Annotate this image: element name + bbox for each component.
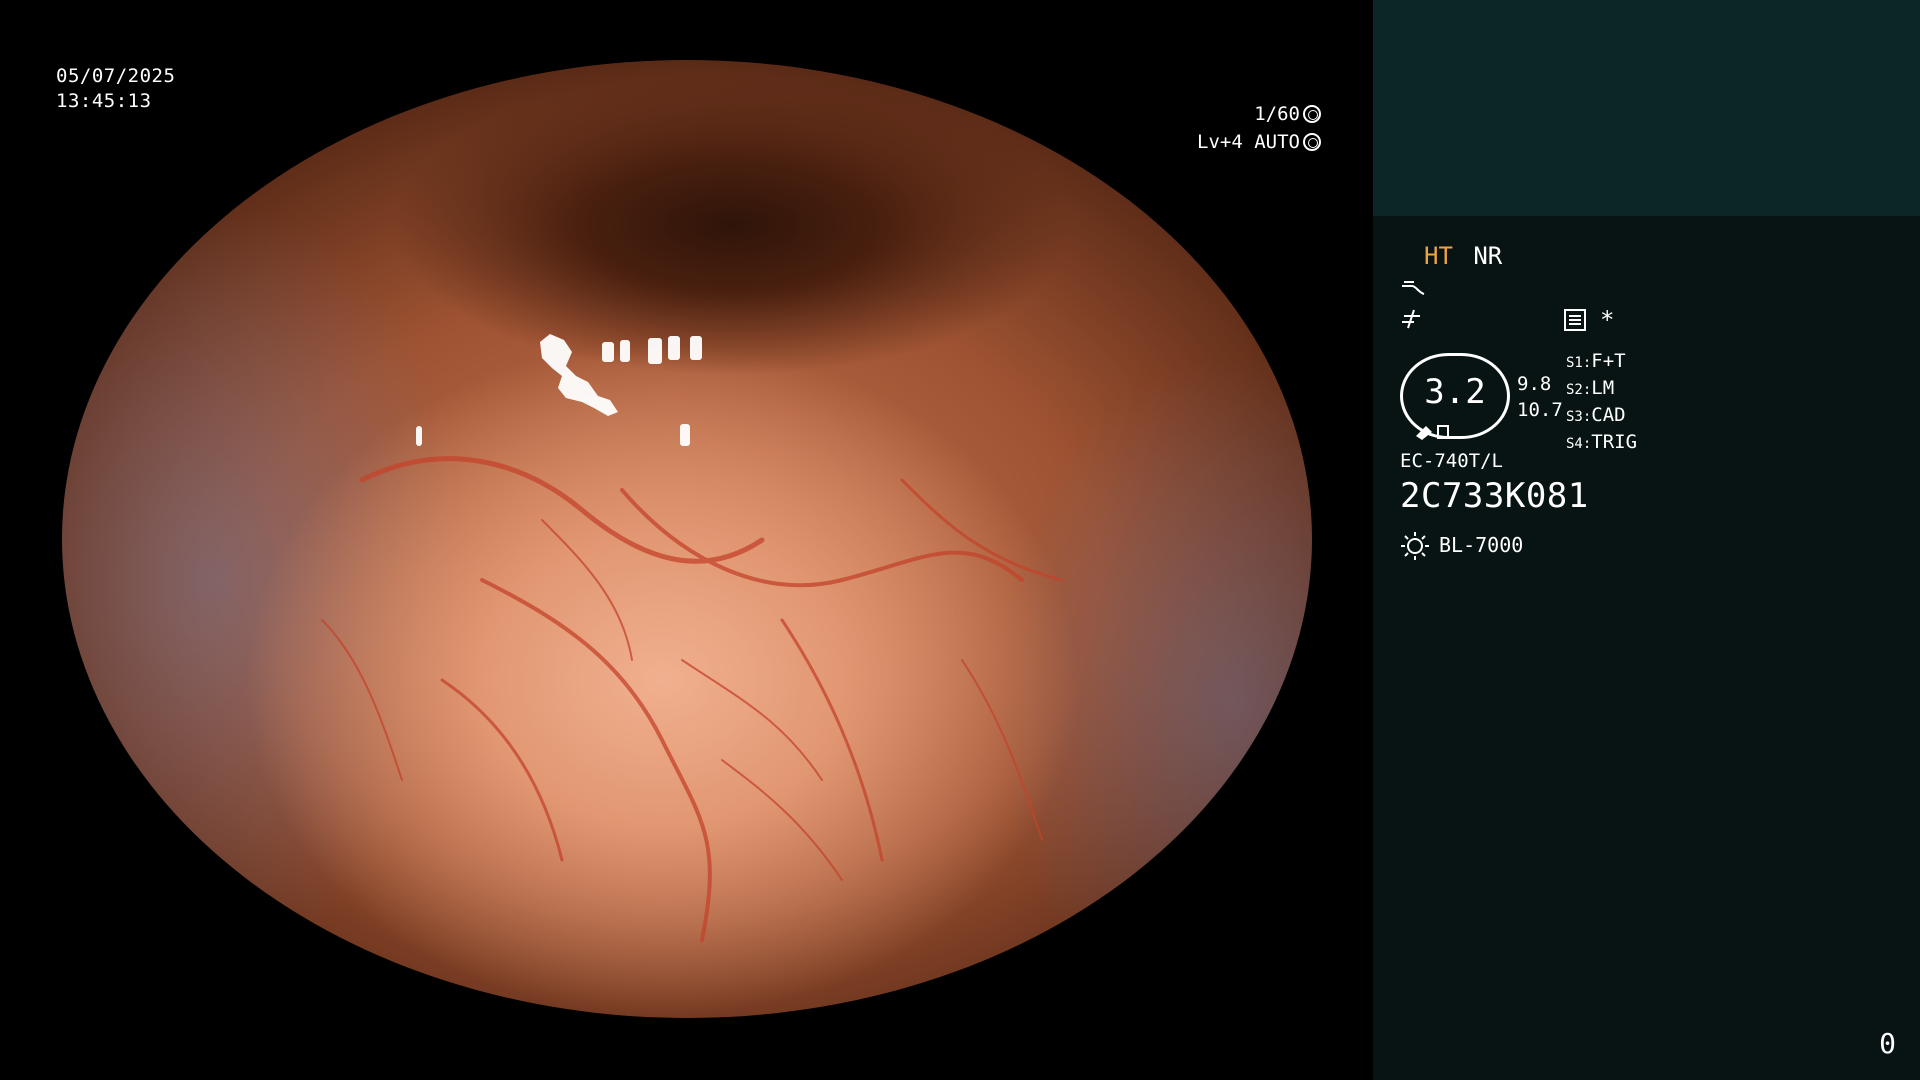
wave-icon: [1402, 281, 1425, 295]
view-top-mask: [0, 0, 1373, 60]
zoom-value-1: 9.8: [1517, 373, 1552, 395]
settings-list-icon: [1564, 309, 1586, 331]
switch-row-3: S3:CAD: [1566, 404, 1626, 426]
mucosa-vessels: [321, 334, 1064, 942]
date-text: 05/07/2025: [56, 65, 176, 87]
scope-model: EC-740T/L: [1400, 450, 1503, 472]
shutter-text: 1/60: [1254, 103, 1300, 125]
endoscope-view: 05/07/2025 13:45:13 1/60 Lv+4 AUTO: [0, 0, 1373, 1080]
image-counter: 0: [1879, 1027, 1896, 1060]
mode-ht: HT: [1424, 242, 1453, 270]
exposure-overlay: 1/60 Lv+4 AUTO: [1197, 100, 1321, 156]
light-source: BL-7000: [1439, 533, 1524, 557]
switch-row-1: S1:F+T: [1566, 350, 1626, 372]
iris-icon: [1303, 133, 1321, 151]
switch-list: S1:F+T S2:LM S3:CAD S4:TRIG: [1566, 349, 1637, 457]
aperture-icon: [1303, 105, 1321, 123]
asterisk-mark: *: [1600, 306, 1615, 334]
panel-header-area: [1373, 0, 1920, 216]
sun-lamp-icon: [1401, 532, 1429, 560]
sharpness-icon: [1402, 309, 1420, 329]
zoom-value-2: 10.7: [1517, 399, 1563, 421]
scope-serial: 2C733K081: [1400, 476, 1589, 516]
level-row: Lv+4 AUTO: [1197, 128, 1321, 156]
switch-row-2: S2:LM: [1566, 377, 1615, 399]
zoom-value: 3.2: [1424, 372, 1486, 412]
endoscopic-image: [62, 60, 1312, 1018]
level-text: Lv+4 AUTO: [1197, 131, 1300, 153]
shutter-row: 1/60: [1197, 100, 1321, 128]
zoom-values: 9.8 10.7: [1517, 371, 1563, 423]
datetime-overlay: 05/07/2025 13:45:13: [56, 64, 175, 114]
switch-row-4: S4:TRIG: [1566, 431, 1638, 453]
view-bottom-mask: [0, 1018, 1373, 1080]
mode-row: HT NR: [1424, 242, 1502, 270]
mode-nr: NR: [1473, 242, 1503, 270]
scope-tip-icon: [1416, 425, 1449, 440]
time-text: 13:45:13: [56, 90, 152, 112]
